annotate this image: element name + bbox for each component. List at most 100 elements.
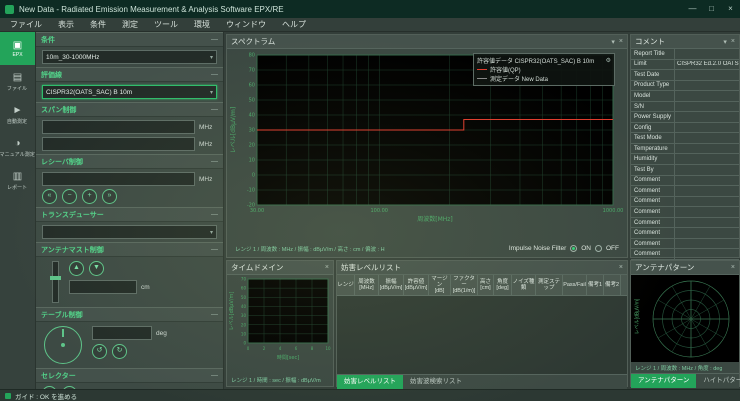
svg-text:70: 70 (249, 68, 255, 74)
impulse-filter-on-label[interactable]: ON (581, 245, 591, 252)
menu-item-help[interactable]: ヘルプ (274, 18, 314, 32)
receiver-tune-up-button[interactable]: + (82, 189, 97, 204)
noise-list-column-header[interactable]: ファクター [dB(1/m)] (451, 275, 478, 295)
collapse-icon[interactable]: — (211, 372, 218, 379)
svg-text:4: 4 (279, 346, 282, 351)
noise-list-column-header[interactable]: 角度 [deg] (494, 275, 512, 295)
receiver-step-down-button[interactable]: « (42, 189, 57, 204)
menu-item-window[interactable]: ウィンドウ (218, 18, 274, 32)
collapse-icon[interactable]: — (211, 36, 218, 43)
noise-list-tab-1[interactable]: 妨害波検索リスト (403, 375, 469, 389)
receiver-step-up-button[interactable]: » (102, 189, 117, 204)
panel-close-icon[interactable]: × (731, 38, 735, 46)
condition-preset-select[interactable]: 10m_30-1000MHz ▾ (42, 50, 217, 64)
legend-limit-data[interactable]: 許容値データ CISPR32(OATS_SAC) B 10m (477, 56, 603, 65)
noise-list-column-header[interactable]: 備考1 (587, 275, 604, 295)
collapse-icon[interactable]: — (211, 246, 218, 253)
turntable-angle-input[interactable] (92, 326, 152, 340)
collapse-icon[interactable]: — (211, 158, 218, 165)
section-condition[interactable]: 条件 — (36, 32, 223, 47)
sidebar-item-auto-measure[interactable]: ►自動測定 (0, 98, 35, 131)
sidebar-item-report[interactable]: ▥レポート (0, 164, 35, 197)
svg-text:100.00: 100.00 (370, 208, 388, 214)
section-turntable-control[interactable]: テーブル制御 — (36, 307, 223, 322)
section-antenna-mast-control[interactable]: アンテナマスト制御 — (36, 242, 223, 257)
comment-field-label: Comment (631, 176, 675, 186)
noise-list-column-header[interactable]: ノイズ種類 (512, 275, 536, 295)
antenna-pattern-panel: アンテナパターン × レベル[dBμV/m] レンジ 1 / 周波数 : MHz… (630, 260, 740, 387)
noise-list-column-header[interactable]: レンジ (337, 275, 355, 295)
receiver-frequency-input[interactable] (42, 172, 195, 186)
antenna-polar-chart[interactable] (631, 275, 739, 362)
section-span-control[interactable]: スパン制御 — (36, 102, 223, 117)
section-receiver-control[interactable]: レシーバ制御 — (36, 154, 223, 169)
noise-list-column-header[interactable]: 振幅 [dBμV/m] (379, 275, 404, 295)
menu-item-condition[interactable]: 条件 (82, 18, 114, 32)
gear-icon[interactable]: ⚙ (606, 57, 611, 64)
noise-list-column-header[interactable]: 許容値 [dBμV/m] (404, 275, 429, 295)
turntable-dial[interactable] (44, 326, 82, 364)
panel-menu-icon[interactable]: ▾ (723, 38, 727, 46)
panel-menu-icon[interactable]: ▾ (611, 38, 615, 46)
turntable-ccw-button[interactable]: ↺ (92, 344, 107, 359)
sidebar-item-files[interactable]: ▤ファイル (0, 65, 35, 98)
comment-field-label: Config (631, 123, 675, 133)
close-button[interactable]: × (721, 0, 740, 18)
condition-preset-value: 10m_30-1000MHz (46, 54, 99, 61)
svg-text:レベル[dBμV/m]: レベル[dBμV/m] (229, 292, 235, 331)
span-stop-input[interactable] (42, 137, 195, 151)
menu-item-view[interactable]: 表示 (50, 18, 82, 32)
panel-close-icon[interactable]: × (325, 264, 329, 271)
timedomain-chart[interactable]: 0246810010203040506070時間[sec]レベル[dBμV/m] (227, 275, 333, 374)
span-start-input[interactable] (42, 120, 195, 134)
span-start-unit: MHz (199, 124, 217, 131)
section-transducer[interactable]: トランスデューサー — (36, 207, 223, 222)
app-icon (5, 5, 14, 14)
manual-measure-icon: ◑ (14, 138, 20, 149)
comment-row: Config (631, 123, 739, 134)
antenna-tab-0[interactable]: アンテナパターン (631, 374, 696, 388)
transducer-select[interactable]: ▾ (42, 225, 217, 239)
menu-item-environment[interactable]: 環境 (186, 18, 218, 32)
mast-down-button[interactable]: ▼ (89, 261, 104, 276)
noise-list-column-header[interactable]: 高さ [cm] (478, 275, 494, 295)
noise-list-column-header[interactable]: Pass/Fail (563, 275, 587, 295)
sidebar-item-label: ファイル (7, 84, 27, 91)
section-limit-line[interactable]: 評価線 — (36, 67, 223, 82)
impulse-filter-off-label[interactable]: OFF (606, 245, 619, 252)
noise-list-tab-0[interactable]: 妨害レベルリスト (337, 375, 403, 389)
menu-item-file[interactable]: ファイル (2, 18, 50, 32)
mast-height-input[interactable] (69, 280, 137, 294)
noise-list-body[interactable] (337, 296, 627, 374)
mast-height-slider[interactable] (52, 261, 59, 303)
impulse-filter-on-radio[interactable] (570, 245, 577, 252)
noise-list-column-header[interactable]: 測定ステップ (536, 275, 563, 295)
noise-list-column-header[interactable]: 備考2 (604, 275, 621, 295)
collapse-icon[interactable]: — (211, 211, 218, 218)
mast-slider-thumb[interactable] (50, 276, 61, 280)
collapse-icon[interactable]: — (211, 106, 218, 113)
panel-close-icon[interactable]: × (731, 264, 735, 271)
svg-text:40: 40 (249, 113, 255, 119)
minimize-button[interactable]: — (683, 0, 702, 18)
noise-list-column-header[interactable]: マージン [dB] (429, 275, 451, 295)
menu-item-tools[interactable]: ツール (146, 18, 186, 32)
menu-item-measure[interactable]: 測定 (114, 18, 146, 32)
sidebar-item-manual-measure[interactable]: ◑マニュアル測定 (0, 131, 35, 164)
noise-list-column-header[interactable]: 周波数 [MHz] (355, 275, 379, 295)
panel-close-icon[interactable]: × (619, 38, 623, 46)
limit-line-swatch (477, 69, 487, 70)
turntable-cw-button[interactable]: ↻ (112, 344, 127, 359)
antenna-tab-1[interactable]: ハイトパターン (696, 374, 740, 388)
collapse-icon[interactable]: — (211, 71, 218, 78)
limit-line-select[interactable]: CISPR32(OATS_SAC) B 10m ▾ (42, 85, 217, 99)
section-selector[interactable]: セレクター — (36, 368, 223, 383)
comment-field-value[interactable]: CISPR32 Ed.2.0 OATS or SAC Cl (675, 61, 739, 67)
panel-close-icon[interactable]: × (619, 264, 623, 271)
mast-up-button[interactable]: ▲ (69, 261, 84, 276)
impulse-filter-off-radio[interactable] (595, 245, 602, 252)
maximize-button[interactable]: □ (702, 0, 721, 18)
collapse-icon[interactable]: — (211, 311, 218, 318)
sidebar-item-epx[interactable]: ▣EPX (0, 32, 35, 65)
receiver-tune-down-button[interactable]: − (62, 189, 77, 204)
